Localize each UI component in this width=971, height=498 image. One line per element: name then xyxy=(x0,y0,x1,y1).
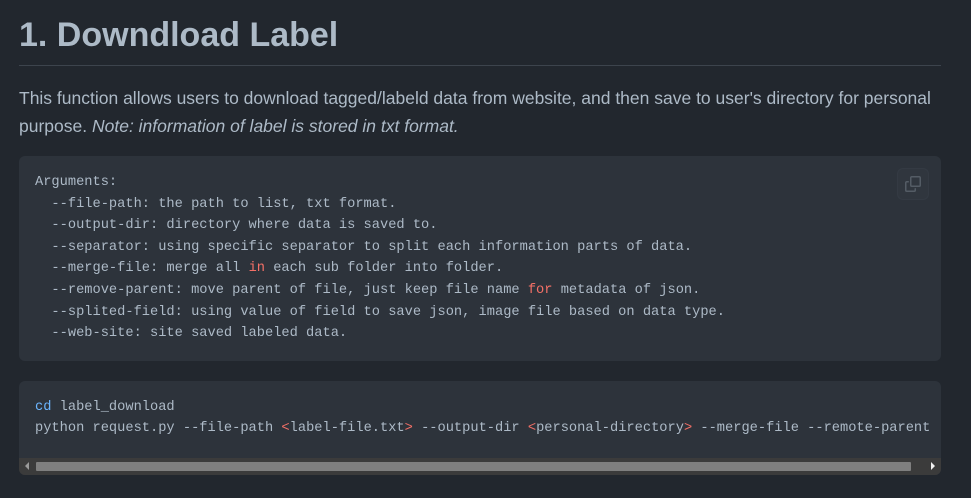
code-token-highlighted: < xyxy=(527,421,537,437)
code-token: --remove-parent: move parent of file, ju… xyxy=(35,282,528,298)
code-token: personal-directory xyxy=(536,421,684,437)
code-lines: Arguments: --file-path: the path to list… xyxy=(35,172,925,345)
code-line: --web-site: site saved labeled data. xyxy=(35,323,925,345)
code-token: --output-dir xyxy=(412,421,528,437)
code-line: Arguments: xyxy=(35,172,925,194)
scroll-right-arrow-icon[interactable] xyxy=(924,458,941,475)
code-block-arguments: Arguments: --file-path: the path to list… xyxy=(19,156,941,361)
code-token: --separator: using specific separator to… xyxy=(35,239,693,255)
description-note: Note: information of label is stored in … xyxy=(91,116,459,136)
code-token: --merge-file --remote-parent xyxy=(692,421,931,437)
horizontal-scrollbar[interactable] xyxy=(19,457,941,475)
code-token-highlighted: < xyxy=(281,421,290,437)
code-line: --splited-field: using value of field to… xyxy=(35,302,925,324)
code-token: each sub folder into folder. xyxy=(265,261,504,277)
scrollbar-thumb[interactable] xyxy=(36,461,911,471)
code-token-highlighted: > xyxy=(683,421,693,437)
code-line: --remove-parent: move parent of file, ju… xyxy=(35,280,925,302)
code-token: --merge-file: merge all xyxy=(35,261,249,277)
code-line: --file-path: the path to list, txt forma… xyxy=(35,194,925,216)
code-lines: cd label_download python request.py --fil… xyxy=(35,397,930,440)
code-token-highlighted: cd xyxy=(35,399,52,415)
readme-content: 1. Downdload Label This function allows … xyxy=(19,0,941,475)
code-token-highlighted: > xyxy=(404,421,413,437)
code-token: --splited-field: using value of field to… xyxy=(35,304,725,320)
code-token: metadata of json. xyxy=(552,282,701,298)
code-line: cd label_download xyxy=(35,397,925,419)
code-token: --file-path: the path to list, txt forma… xyxy=(35,196,397,212)
code-line: --separator: using specific separator to… xyxy=(35,237,925,259)
code-token: label_download xyxy=(51,399,175,415)
code-token: --web-site: site saved labeled data. xyxy=(35,326,348,342)
code-token: Arguments: xyxy=(35,175,118,190)
copy-button[interactable] xyxy=(897,168,929,200)
code-line: --merge-file: merge all in each sub fold… xyxy=(35,258,925,280)
scroll-left-arrow-icon[interactable] xyxy=(19,458,36,475)
section-heading: 1. Downdload Label xyxy=(19,14,941,66)
code-token: python request.py --file-path xyxy=(35,421,282,437)
description-paragraph: This function allows users to download t… xyxy=(19,84,941,140)
copy-icon xyxy=(905,176,921,192)
scrollbar-track[interactable] xyxy=(36,458,924,475)
code-line: --output-dir: directory where data is sa… xyxy=(35,215,925,237)
code-block-commands: cd label_download python request.py --fil… xyxy=(19,380,941,475)
code-token-highlighted: for xyxy=(527,282,553,298)
code-token: --output-dir: directory where data is sa… xyxy=(35,218,438,234)
code-token: label-file.txt xyxy=(289,421,405,437)
code-line: python request.py --file-path <label-fil… xyxy=(35,418,930,440)
code-token-highlighted: in xyxy=(248,261,265,277)
